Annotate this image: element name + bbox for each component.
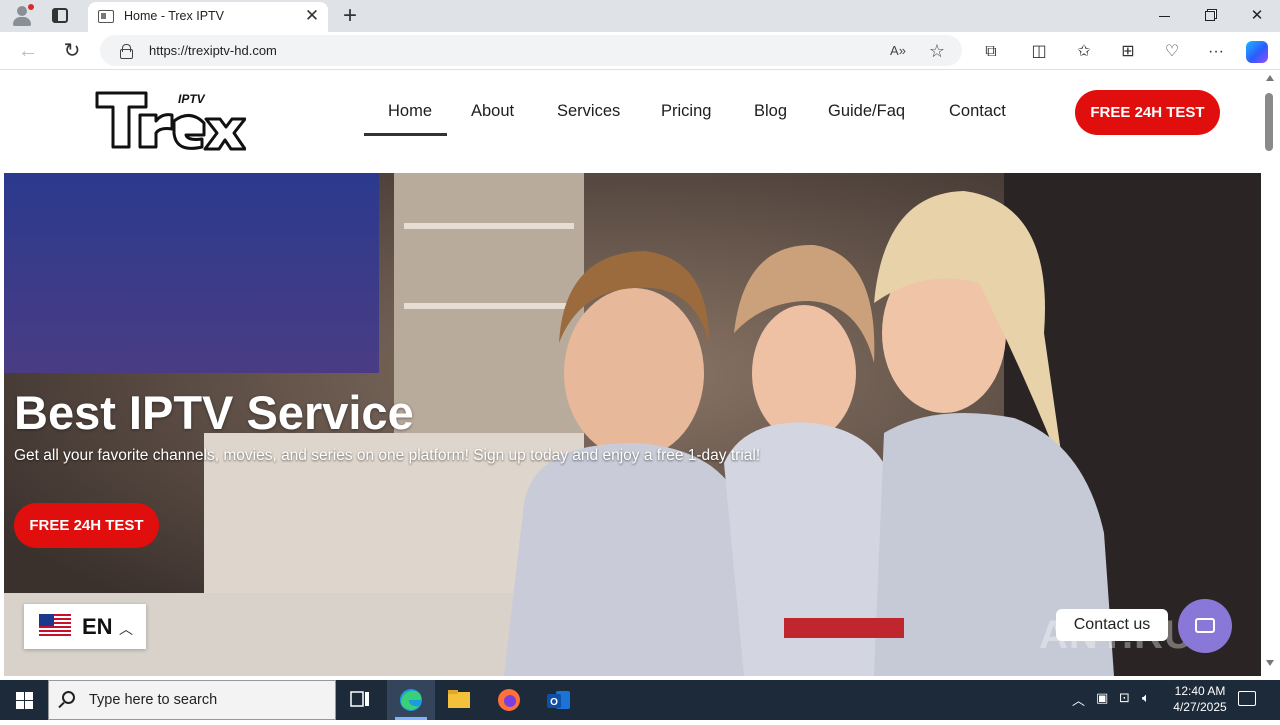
nav-pricing[interactable]: Pricing	[661, 102, 711, 121]
trex-logo[interactable]: IPTV	[94, 87, 246, 153]
back-icon[interactable]: ←	[16, 40, 40, 62]
browser-essentials-icon[interactable]: ♡	[1161, 41, 1183, 63]
tab-title: Home - Trex IPTV	[124, 9, 225, 23]
notification-icon[interactable]	[1238, 691, 1256, 706]
search-placeholder: Type here to search	[89, 692, 218, 708]
start-button[interactable]	[0, 680, 48, 720]
contact-us-label[interactable]: Contact us	[1056, 609, 1168, 641]
chevron-up-icon: ︿	[119, 621, 133, 637]
scroll-down-icon[interactable]	[1266, 660, 1274, 666]
nav-home[interactable]: Home	[388, 102, 432, 121]
system-clock[interactable]: 12:40 AM 4/27/2025	[1160, 683, 1240, 715]
lock-icon[interactable]	[120, 44, 133, 59]
nav-about[interactable]: About	[471, 102, 514, 121]
site-favicon-icon	[98, 10, 114, 23]
web-page: IPTV Home About Services Pricing Blog Gu…	[4, 71, 1261, 676]
collections-icon[interactable]: ⊞	[1117, 41, 1139, 63]
read-aloud-icon[interactable]: A»	[888, 41, 908, 61]
nav-guide-faq[interactable]: Guide/Faq	[828, 102, 905, 121]
hero-title: Best IPTV Service	[14, 386, 414, 439]
nav-active-indicator	[364, 133, 447, 136]
hero-section: Best IPTV Service Get all your favorite …	[4, 173, 1261, 676]
tab-actions-icon[interactable]	[52, 8, 68, 23]
meet-now-icon[interactable]: ▣	[1096, 690, 1108, 706]
close-window-button[interactable]: ✕	[1234, 0, 1280, 32]
more-icon[interactable]: ···	[1205, 41, 1227, 63]
reload-icon[interactable]: ↻	[60, 40, 84, 62]
search-icon	[62, 691, 75, 704]
extensions-icon[interactable]: ⧉	[980, 41, 1002, 63]
browser-tab[interactable]: Home - Trex IPTV ✕	[88, 2, 328, 32]
volume-icon[interactable]: 🔈︎	[1142, 690, 1150, 706]
address-bar[interactable]: https://trexiptv-hd.com A» ☆	[100, 35, 962, 66]
favorite-icon[interactable]: ☆	[927, 41, 947, 61]
task-view-icon[interactable]	[336, 680, 384, 720]
profile-icon[interactable]	[10, 4, 34, 28]
taskbar-search[interactable]: Type here to search	[48, 680, 336, 720]
clock-date: 4/27/2025	[1173, 700, 1227, 714]
show-hidden-icons-icon[interactable]: ︿	[1072, 690, 1085, 709]
split-screen-icon[interactable]: ◫	[1028, 41, 1050, 63]
windows-taskbar: Type here to search O ︿ ▣ ⊡ 🔈︎ 12:40 AM …	[0, 680, 1280, 720]
chat-icon	[1195, 618, 1215, 633]
chat-widget-button[interactable]	[1178, 599, 1232, 653]
copilot-icon[interactable]	[1246, 41, 1268, 63]
site-header: IPTV Home About Services Pricing Blog Gu…	[4, 71, 1261, 173]
scroll-up-icon[interactable]	[1266, 75, 1274, 81]
clock-time: 12:40 AM	[1174, 684, 1226, 698]
browser-tab-strip: Home - Trex IPTV ✕ + ✕	[0, 0, 1280, 32]
nav-blog[interactable]: Blog	[754, 102, 787, 121]
edge-taskbar-icon[interactable]	[387, 680, 435, 720]
outlook-icon[interactable]: O	[534, 680, 582, 720]
file-explorer-icon[interactable]	[435, 680, 483, 720]
network-icon[interactable]: ⊡	[1119, 690, 1130, 706]
header-free-test-button[interactable]: FREE 24H TEST	[1075, 90, 1220, 135]
url-text[interactable]: https://trexiptv-hd.com	[149, 43, 277, 58]
hero-free-test-button[interactable]: FREE 24H TEST	[14, 503, 159, 548]
restore-button[interactable]	[1187, 0, 1233, 32]
language-code: EN	[82, 614, 113, 639]
page-scrollbar[interactable]	[1261, 71, 1280, 676]
logo-tagline: IPTV	[178, 92, 206, 106]
favorites-icon[interactable]: ✩	[1073, 41, 1095, 63]
nav-services[interactable]: Services	[557, 102, 620, 121]
svg-text:O: O	[550, 697, 558, 708]
us-flag-icon	[39, 614, 71, 638]
new-tab-icon[interactable]: +	[338, 3, 362, 29]
firefox-icon[interactable]	[485, 680, 533, 720]
scrollbar-thumb[interactable]	[1265, 93, 1273, 151]
minimize-button[interactable]	[1141, 0, 1187, 32]
nav-contact[interactable]: Contact	[949, 102, 1006, 121]
close-tab-icon[interactable]: ✕	[303, 7, 321, 25]
language-switcher[interactable]: EN ︿	[24, 604, 146, 649]
hero-subtitle: Get all your favorite channels, movies, …	[14, 447, 761, 464]
